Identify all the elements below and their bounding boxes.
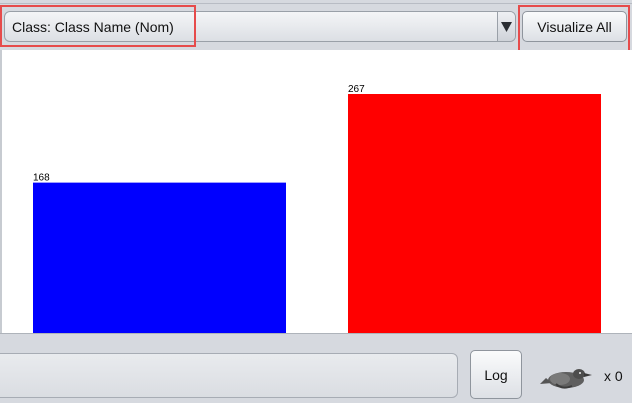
status-message-panel: [0, 353, 458, 398]
bar-2: [348, 94, 601, 333]
log-button[interactable]: Log: [470, 350, 522, 399]
bar-1: [33, 182, 286, 333]
weka-bird-icon: [540, 369, 592, 389]
visualize-all-button[interactable]: Visualize All: [522, 11, 627, 42]
toolbar-divider: [0, 3, 632, 4]
bar-2-label: 267: [348, 84, 365, 95]
bar-1-label: 168: [33, 173, 50, 184]
task-count: x 0: [604, 368, 623, 384]
chevron-down-icon: [501, 22, 512, 32]
status-divider: [0, 333, 632, 334]
class-distribution-plot: 168 267: [0, 50, 632, 333]
class-selector-dropdown[interactable]: Class: Class Name (Nom): [4, 11, 516, 42]
bar-chart: 168 267: [33, 84, 601, 333]
class-selector-value: Class: Class Name (Nom): [12, 19, 174, 35]
dropdown-arrow-button[interactable]: [497, 12, 515, 41]
plot-left-edge: [0, 50, 2, 333]
